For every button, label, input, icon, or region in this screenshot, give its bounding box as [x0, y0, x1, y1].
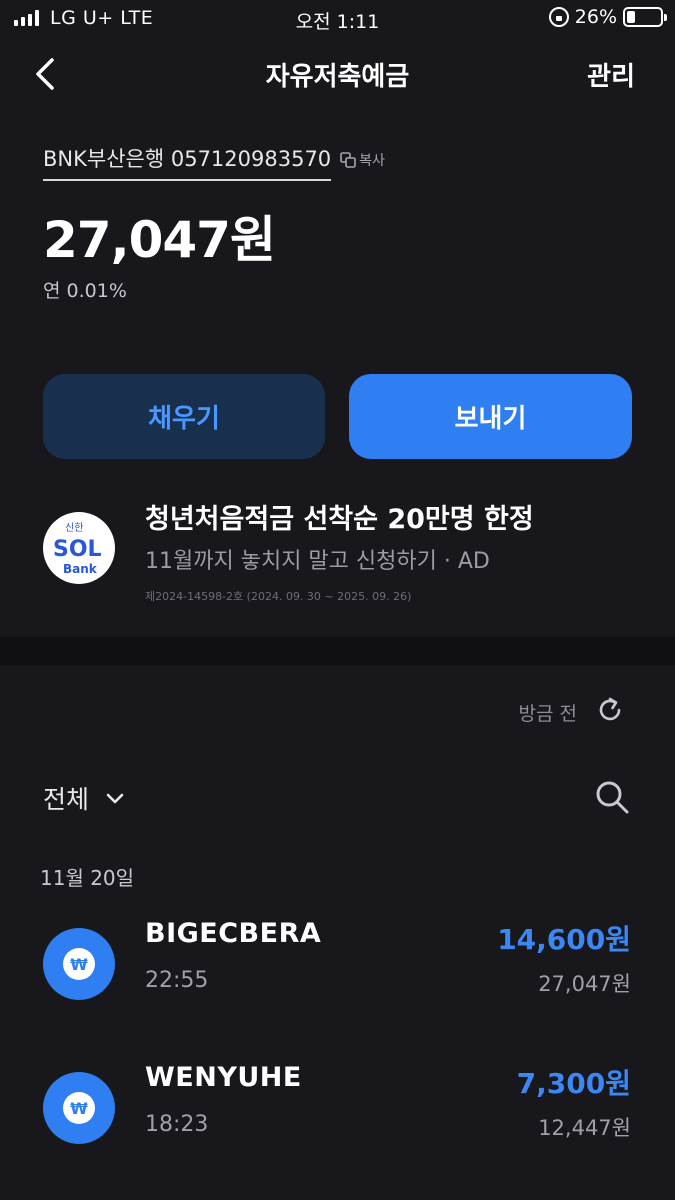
battery-percent: 26%: [574, 6, 617, 28]
send-button[interactable]: 보내기: [349, 374, 632, 459]
transaction-time: 18:23: [145, 1112, 209, 1137]
account-balance: 27,047원: [43, 211, 276, 269]
header: 자유저축예금 관리: [0, 50, 675, 100]
copy-icon: [340, 152, 356, 168]
won-badge: ₩: [63, 948, 95, 980]
won-badge: ₩: [63, 1092, 95, 1124]
copy-label: 복사: [359, 153, 385, 169]
account-row: BNK부산은행 057120983570 복사: [43, 143, 385, 181]
refresh-icon[interactable]: [595, 695, 625, 725]
date-header: 11월 20일: [40, 866, 135, 890]
transaction-amount: 7,300원: [516, 1067, 631, 1100]
ad-fine-print: 제2024-14598-2호 (2024. 09. 30 ~ 2025. 09.…: [145, 590, 412, 603]
transaction-balance: 12,447원: [538, 1116, 631, 1140]
account-number[interactable]: BNK부산은행 057120983570: [43, 143, 332, 181]
interest-rate: 연 0.01%: [43, 280, 127, 302]
won-icon: ₩: [43, 1072, 115, 1144]
transaction-row[interactable]: ₩ WENYUHE 18:23 7,300원 12,447원: [0, 1062, 675, 1182]
refresh-timestamp: 방금 전: [518, 703, 577, 725]
battery-fill: [627, 11, 635, 23]
logo-main-text: SOL: [53, 537, 102, 562]
manage-button[interactable]: 관리: [587, 56, 635, 93]
page-title: 자유저축예금: [265, 62, 410, 92]
battery-icon: [623, 7, 667, 27]
logo-sub-text: Bank: [63, 562, 98, 576]
transaction-balance: 27,047원: [538, 972, 631, 996]
status-bar: LG U+ LTE 오전 1:11 26%: [0, 0, 675, 38]
won-icon: ₩: [43, 928, 115, 1000]
transaction-time: 22:55: [145, 968, 209, 993]
sol-bank-logo-graphic: 신한 SOL Bank: [53, 522, 102, 576]
filter-label: 전체: [43, 785, 90, 814]
search-icon[interactable]: [593, 778, 631, 816]
logo-top-text: 신한: [65, 522, 83, 534]
chevron-down-icon: [106, 793, 124, 804]
filter-dropdown[interactable]: 전체: [43, 780, 127, 816]
copy-button[interactable]: 복사: [339, 150, 385, 170]
rotation-lock-icon: [548, 7, 569, 27]
fill-button[interactable]: 채우기: [43, 374, 325, 459]
transaction-name: BIGECBERA: [145, 918, 322, 949]
ad-title[interactable]: 청년처음적금 선착순 20만명 한정: [145, 497, 534, 536]
transaction-amount: 14,600원: [497, 923, 631, 956]
transaction-name: WENYUHE: [145, 1062, 302, 1093]
ad-subtitle[interactable]: 11월까지 놓치지 말고 신청하기 · AD: [145, 543, 490, 575]
transaction-row[interactable]: ₩ BIGECBERA 22:55 14,600원 27,047원: [0, 918, 675, 1038]
sol-bank-logo[interactable]: 신한 SOL Bank: [43, 512, 115, 584]
section-divider: [0, 637, 675, 665]
